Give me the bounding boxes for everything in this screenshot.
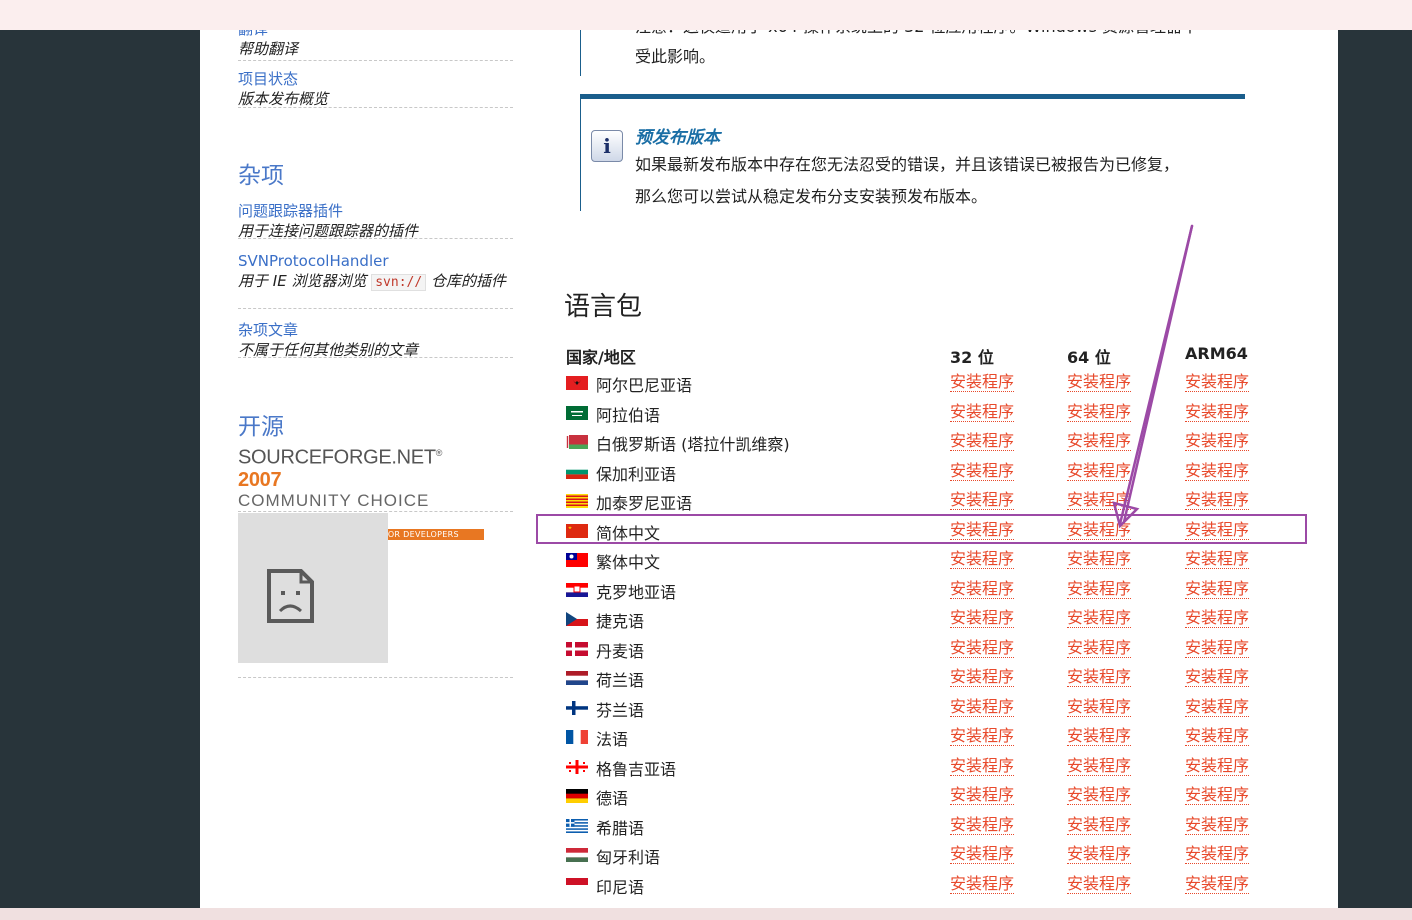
- arrow-line-right: [1122, 224, 1194, 524]
- annotation-arrows: [1112, 224, 1194, 529]
